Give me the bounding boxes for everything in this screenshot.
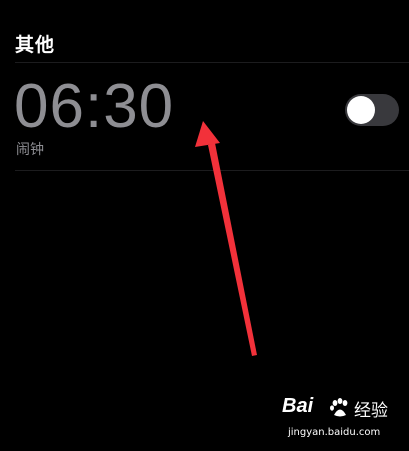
baidu-paw-icon [330,398,348,417]
watermark-url: jingyan.baidu.com [288,427,381,438]
watermark-cn-text: 经验 [354,401,388,421]
annotation-arrow-icon [195,121,257,356]
arrow-shaft [208,143,257,356]
arrow-head [195,121,220,147]
baidu-watermark: Bai 经验 jingyan.baidu.com [282,395,392,445]
watermark-logo-text: Bai [282,395,314,417]
